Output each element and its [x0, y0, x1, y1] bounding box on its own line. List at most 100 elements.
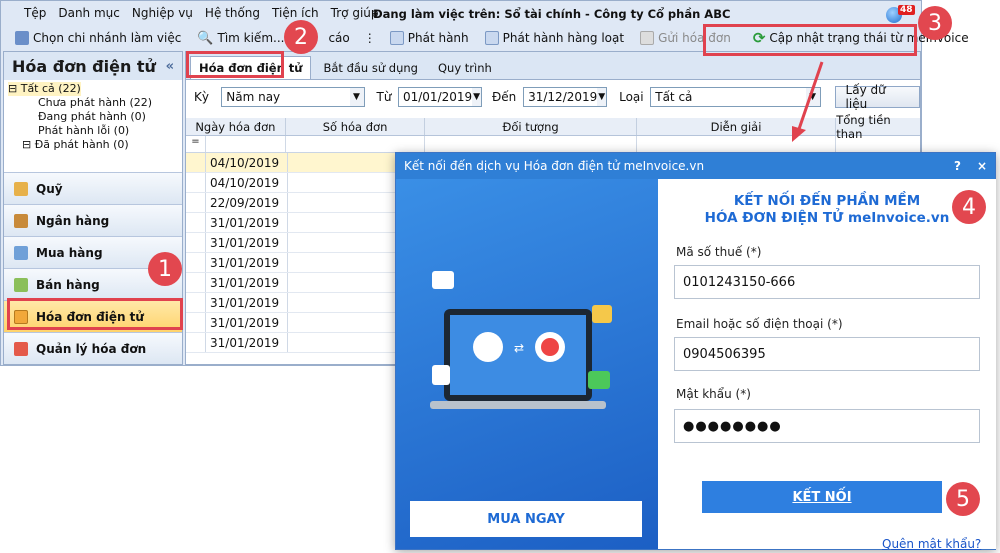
tree-label: Tất cả (22)	[20, 82, 81, 95]
issue-label: Phát hành	[407, 31, 469, 45]
filter-bar: Kỳ Năm nay ▼ Từ 01/01/2019 ▼ Đến 31/12/201…	[186, 80, 920, 114]
filter-equals-icon[interactable]: =	[186, 136, 206, 152]
date-cell: 22/09/2019	[206, 193, 288, 212]
filter-cell[interactable]	[425, 136, 637, 152]
sidebar-header: Hóa đơn điện tử «	[4, 52, 182, 80]
menu-system[interactable]: Hệ thống	[200, 6, 265, 20]
type-select[interactable]: Tất cả ▼	[650, 87, 821, 107]
tree-item-issued[interactable]: ⊟ Đã phát hành (0)	[8, 138, 178, 152]
heading-line-2: HÓA ĐƠN ĐIỆN TỬ meInvoice.vn	[704, 210, 950, 226]
step-marker-1: 1	[148, 252, 182, 286]
step-marker-3: 3	[918, 6, 952, 40]
search-icon: 🔍	[197, 30, 214, 46]
col-customer[interactable]: Đối tượng	[425, 118, 637, 135]
tree-item-unissued[interactable]: Chưa phát hành (22)	[8, 96, 178, 110]
col-date[interactable]: Ngày hóa đơn	[186, 118, 286, 135]
nav-item-fund[interactable]: Quỹ	[4, 172, 182, 204]
buy-now-button[interactable]: MUA NGAY	[410, 501, 642, 537]
tree-item-all[interactable]: ⊟ Tất cả (22)	[8, 82, 81, 96]
to-date-value: 31/12/2019	[528, 90, 598, 104]
tree-item-error[interactable]: Phát hành lỗi (0)	[8, 124, 178, 138]
period-select[interactable]: Năm nay ▼	[221, 87, 365, 107]
from-date-input[interactable]: 01/01/2019 ▼	[397, 87, 482, 107]
menu-operations[interactable]: Nghiệp vụ	[127, 6, 198, 20]
dialog-heading: KẾT NỐI ĐẾN PHẦN MỀM HÓA ĐƠN ĐIỆN TỬ meI…	[658, 193, 996, 227]
nav-label: Quỹ	[36, 181, 63, 196]
step-marker-5: 5	[946, 482, 980, 516]
nav-label: Quản lý hóa đơn	[36, 341, 147, 356]
col-description[interactable]: Diễn giải	[637, 118, 837, 135]
tab-bar: Hóa đơn điện tử Bắt đầu sử dụng Quy trìn…	[186, 52, 920, 80]
sales-icon	[14, 277, 28, 292]
cash-icon	[14, 181, 28, 196]
date-cell: 31/01/2019	[206, 313, 288, 332]
bank-icon	[14, 213, 28, 228]
filter-cell[interactable]	[206, 136, 286, 152]
col-total[interactable]: Tổng tiền than	[836, 113, 920, 141]
help-icon[interactable]: ?	[954, 159, 961, 173]
menu-catalog[interactable]: Danh mục	[53, 6, 125, 20]
document-sign-icon	[389, 31, 404, 45]
close-icon[interactable]: ×	[977, 159, 987, 173]
menu-file[interactable]: Tệp	[19, 6, 51, 20]
notification-count: 48	[898, 5, 915, 15]
chevron-down-icon: ▼	[597, 88, 607, 106]
type-label: Loại	[619, 90, 644, 104]
grid-filter-row: =	[186, 136, 920, 153]
search-button[interactable]: 🔍 Tìm kiếm...	[189, 31, 292, 46]
nav-item-bank[interactable]: Ngân hàng	[4, 204, 182, 236]
nav-item-invoice-management[interactable]: Quản lý hóa đơn	[4, 332, 182, 364]
meinvoice-connect-dialog: Kết nối đến dịch vụ Hóa đơn điện tử meIn…	[395, 152, 996, 551]
highlight-einvoice-nav	[7, 298, 183, 330]
email-input[interactable]: 0904506395	[674, 337, 980, 371]
to-label: Đến	[491, 90, 517, 104]
tree-item-issuing[interactable]: Đang phát hành (0)	[8, 110, 178, 124]
notification-badge[interactable]: 48	[886, 5, 915, 23]
menu-utilities[interactable]: Tiện ích	[267, 6, 324, 20]
date-cell: 31/01/2019	[206, 293, 288, 312]
branch-icon	[15, 31, 29, 45]
connect-button[interactable]: KẾT NỐI	[702, 481, 942, 513]
tab-process[interactable]: Quy trình	[430, 57, 500, 79]
col-number[interactable]: Số hóa đơn	[286, 118, 426, 135]
envelope-icon	[640, 31, 655, 45]
more-icon[interactable]: ⋮	[358, 31, 382, 45]
calendar-icon	[14, 341, 28, 356]
to-date-input[interactable]: 31/12/2019 ▼	[523, 87, 608, 107]
issue-button[interactable]: Phát hành	[382, 31, 477, 45]
login-form: Mã số thuế (*) 0101243150-666 Email hoặc…	[668, 239, 986, 473]
dialog-titlebar: Kết nối đến dịch vụ Hóa đơn điện tử meIn…	[396, 153, 995, 179]
from-date-value: 01/01/2019	[402, 90, 473, 104]
search-label: Tìm kiếm...	[217, 31, 285, 45]
step-marker-4: 4	[952, 190, 986, 224]
date-cell: 31/01/2019	[206, 233, 288, 252]
forgot-password-link[interactable]: Quên mật khẩu?	[882, 537, 981, 551]
dialog-title: Kết nối đến dịch vụ Hóa đơn điện tử meIn…	[404, 159, 705, 173]
branch-button[interactable]: Chọn chi nhánh làm việc	[7, 31, 189, 45]
date-cell: 04/10/2019	[206, 153, 288, 172]
issue-batch-button[interactable]: Phát hành hàng loạt	[477, 31, 632, 45]
fetch-data-button[interactable]: Lấy dữ liệu	[834, 83, 920, 111]
filter-cell[interactable]	[637, 136, 837, 152]
email-label: Email hoặc số điện thoại (*)	[676, 317, 843, 331]
status-tree: ⊟ Tất cả (22) Chưa phát hành (22) Đang p…	[4, 80, 182, 164]
report-label: cáo	[328, 31, 350, 45]
tree-label: Đã phát hành (0)	[34, 138, 129, 151]
cart-icon	[14, 245, 28, 260]
date-cell: 31/01/2019	[206, 253, 288, 272]
collapse-icon[interactable]: «	[166, 59, 174, 74]
dialog-illustration-panel: ⇄ MUA NGAY	[396, 179, 658, 549]
highlight-einvoice-tab	[186, 51, 284, 78]
password-input[interactable]: ●●●●●●●●	[674, 409, 980, 443]
tab-getting-started[interactable]: Bắt đầu sử dụng	[315, 57, 426, 79]
period-value: Năm nay	[226, 90, 281, 104]
grid-header: Ngày hóa đơn Số hóa đơn Đối tượng Diễn g…	[186, 113, 920, 141]
tax-code-input[interactable]: 0101243150-666	[674, 265, 980, 299]
chevron-down-icon: ▼	[349, 88, 364, 106]
from-label: Từ	[376, 90, 392, 104]
chevron-down-icon: ▼	[805, 88, 820, 106]
nav-label: Mua hàng	[36, 245, 103, 260]
filter-cell[interactable]	[836, 136, 920, 152]
filter-cell[interactable]	[286, 136, 426, 152]
password-label: Mật khẩu (*)	[676, 387, 751, 401]
